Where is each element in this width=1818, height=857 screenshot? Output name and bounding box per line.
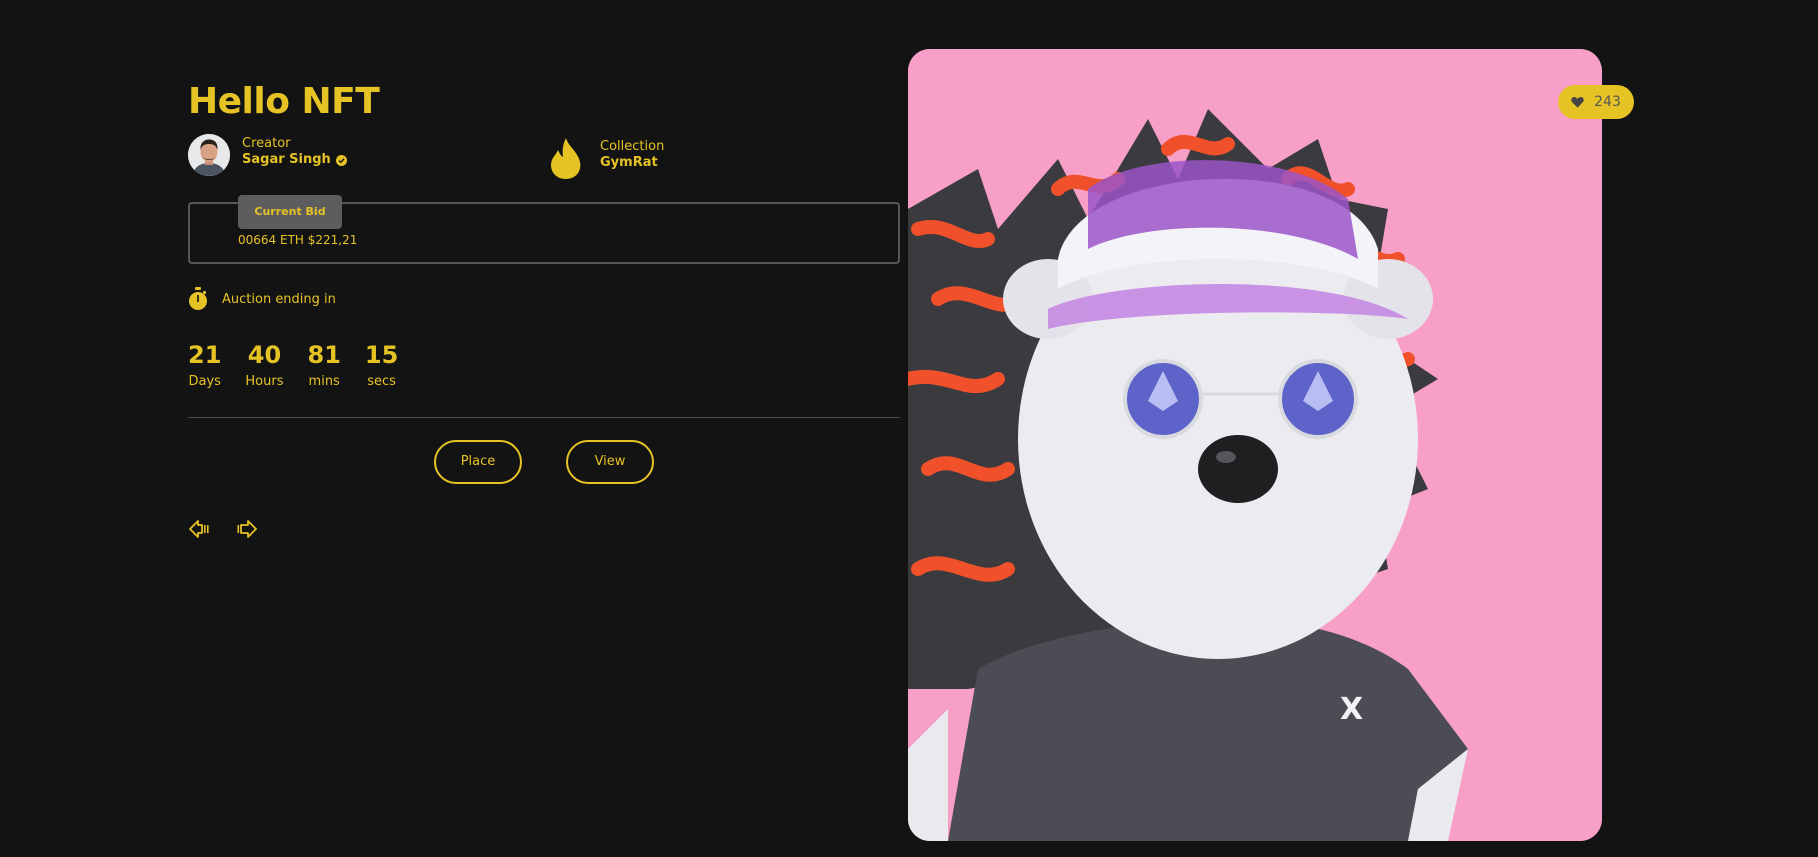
flame-icon: [551, 138, 581, 179]
countdown-value: 15: [364, 341, 399, 369]
navigation-arrows: [188, 518, 900, 540]
collection-label: Collection: [600, 139, 665, 154]
countdown-mins: 81 mins: [308, 340, 341, 389]
nft-artwork[interactable]: X: [908, 49, 1602, 841]
creator-name[interactable]: Sagar Singh: [242, 152, 331, 168]
stopwatch-icon: [189, 287, 207, 310]
countdown-label: mins: [308, 374, 340, 389]
countdown-hours: 40 Hours: [245, 340, 283, 389]
likes-badge[interactable]: 243: [1558, 85, 1634, 119]
verified-check-icon: [335, 154, 347, 166]
countdown-value: 40: [247, 341, 282, 369]
countdown-days: 21 Days: [188, 340, 221, 389]
countdown-label: secs: [367, 374, 396, 389]
creator-block: Creator Sagar Singh: [188, 134, 347, 176]
avatar[interactable]: [188, 134, 230, 176]
place-button[interactable]: Place: [434, 440, 522, 484]
collection-name[interactable]: GymRat: [600, 155, 664, 171]
creator-label: Creator: [242, 136, 291, 151]
auction-label: Auction ending in: [222, 291, 336, 307]
current-bid-box: Current Bid 00664 ETH $221,21: [188, 195, 900, 264]
countdown: 21 Days 40 Hours 81 mins 15 secs: [188, 340, 900, 389]
meta-row: Creator Sagar Singh Collection GymRat: [188, 134, 900, 186]
current-bid-tab: Current Bid: [238, 195, 342, 229]
nft-page: Hello NFT Creator Sagar Singh Collection…: [0, 0, 1818, 857]
nft-details-panel: Hello NFT Creator Sagar Singh Collection…: [188, 80, 900, 540]
creator-text: Creator Sagar Singh: [242, 136, 347, 168]
countdown-value: 81: [307, 341, 341, 369]
heart-icon: [1571, 96, 1584, 108]
collection-text: Collection GymRat: [600, 139, 664, 171]
action-buttons: Place View: [188, 440, 900, 484]
current-bid-value: 00664 ETH $221,21: [238, 233, 358, 247]
creator-name-row[interactable]: Sagar Singh: [242, 152, 347, 168]
view-button[interactable]: View: [566, 440, 654, 484]
arrow-left-icon[interactable]: [188, 518, 210, 540]
countdown-label: Days: [188, 374, 221, 389]
auction-row: Auction ending in: [188, 286, 900, 312]
countdown-secs: 15 secs: [365, 340, 398, 389]
countdown-value: 21: [188, 341, 222, 369]
likes-count: 243: [1594, 94, 1621, 110]
countdown-label: Hours: [245, 374, 284, 389]
arrow-right-icon[interactable]: [236, 518, 258, 540]
svg-text:X: X: [1340, 692, 1363, 727]
collection-block: Collection GymRat: [548, 136, 664, 180]
divider: [188, 417, 900, 418]
page-title: Hello NFT: [188, 81, 380, 122]
